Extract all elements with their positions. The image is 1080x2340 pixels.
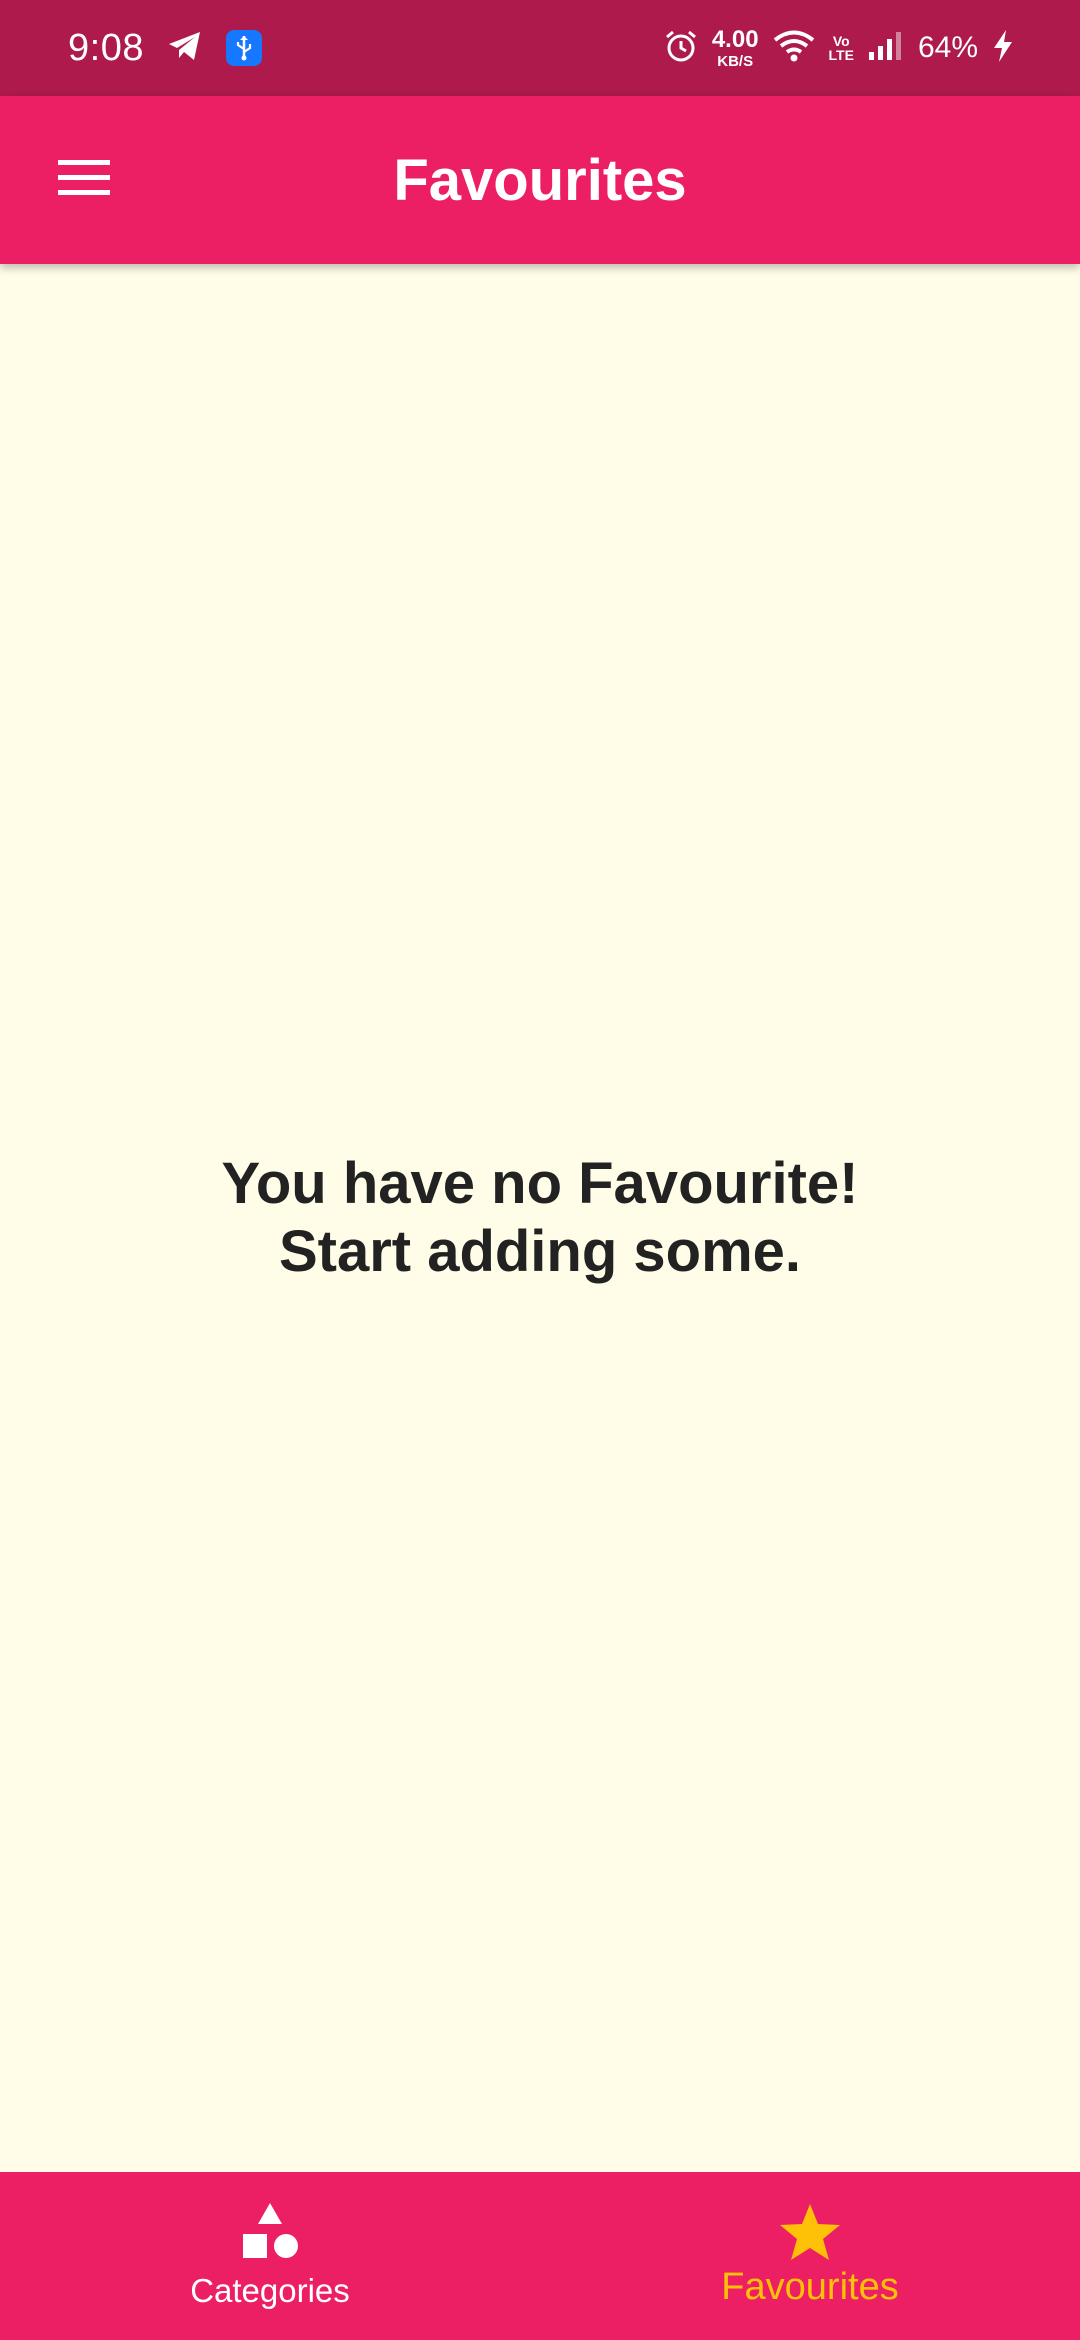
alarm-icon [664, 29, 698, 68]
menu-button[interactable] [40, 140, 128, 220]
bottom-navigation: Categories Favourites [0, 2172, 1080, 2340]
hamburger-menu-icon [56, 158, 112, 203]
empty-state-line-1: You have no Favourite! [221, 1151, 859, 1216]
nav-item-favourites[interactable]: Favourites [540, 2172, 1080, 2340]
charging-icon [992, 29, 1014, 68]
network-speed-value: 4.00 [711, 25, 759, 53]
volte-top: Vo [832, 33, 850, 49]
signal-icon [868, 31, 904, 66]
empty-state-message: You have no Favourite! Start adding some… [221, 1150, 858, 1286]
volte-icon: Vo LTE [829, 34, 854, 62]
nav-label-categories: Categories [190, 2272, 350, 2309]
battery-percent: 64% [917, 31, 978, 64]
network-speed-unit: KB/S [717, 52, 754, 70]
app-bar: Favourites [0, 96, 1080, 264]
empty-state-line-2: Start adding some. [278, 1219, 802, 1284]
wifi-icon [773, 29, 815, 68]
page-title: Favourites [393, 147, 687, 213]
nav-item-categories[interactable]: Categories [0, 2172, 540, 2340]
star-icon [778, 2200, 842, 2264]
nav-label-favourites: Favourites [721, 2266, 899, 2308]
telegram-icon [168, 31, 202, 66]
status-time: 9:08 [68, 26, 144, 69]
volte-bottom: LTE [828, 47, 854, 63]
main-content: You have no Favourite! Start adding some… [0, 264, 1080, 2172]
usb-icon [225, 30, 262, 66]
network-speed: 4.00 KB/S [711, 25, 759, 70]
status-bar: 9:08 4.00 KB/S Vo LTE 64% [0, 0, 1080, 96]
status-bar-left: 9:08 [68, 0, 262, 96]
status-bar-right: 4.00 KB/S Vo LTE 64% [664, 0, 1014, 96]
category-shapes-icon [240, 2200, 300, 2264]
